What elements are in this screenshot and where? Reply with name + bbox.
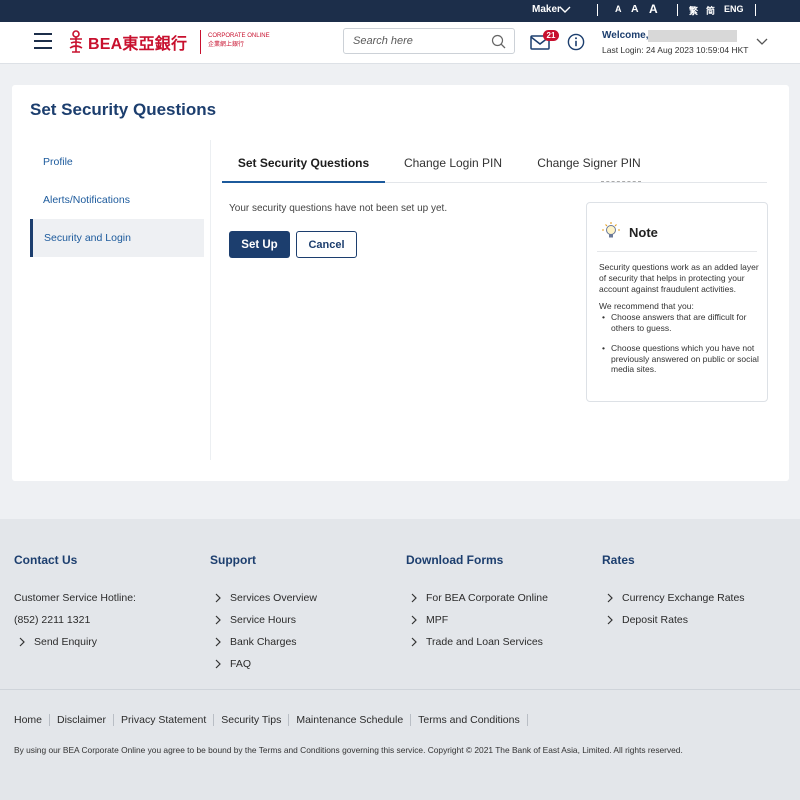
- chevron-right-icon: [215, 593, 221, 603]
- info-icon[interactable]: [567, 33, 585, 51]
- footer-link-bank-charges[interactable]: Bank Charges: [210, 631, 317, 653]
- footer-support: Support Services Overview Service Hours …: [210, 553, 317, 675]
- chevron-right-icon: [411, 637, 417, 647]
- chevron-right-icon: [215, 615, 221, 625]
- logo-text: BEA東亞銀行: [88, 36, 188, 53]
- chevron-right-icon: [411, 593, 417, 603]
- footer-link-disclaimer[interactable]: Disclaimer: [57, 714, 115, 726]
- list-item: Choose answers that are difficult for ot…: [599, 312, 759, 334]
- chevron-right-icon: [215, 659, 221, 669]
- role-selector[interactable]: Maker: [532, 4, 561, 15]
- message-count-badge: 21: [543, 30, 559, 41]
- footer-link-trade-loan[interactable]: Trade and Loan Services: [406, 631, 548, 653]
- footer-link-exchange-rates[interactable]: Currency Exchange Rates: [602, 587, 745, 609]
- footer-link-faq[interactable]: FAQ: [210, 653, 317, 675]
- footer-divider: [0, 689, 800, 690]
- lightbulb-icon: [602, 222, 620, 238]
- lang-simplified[interactable]: 简: [706, 4, 715, 17]
- logo-subtitle: CORPORATE ONLINE 企業網上銀行: [208, 33, 270, 48]
- sidebar-item-security[interactable]: Security and Login: [30, 219, 204, 257]
- lang-traditional[interactable]: 繁: [689, 4, 698, 17]
- font-size-medium[interactable]: A: [631, 3, 639, 15]
- sidebar-divider: [210, 140, 211, 460]
- divider: [677, 4, 678, 16]
- footer-heading-support: Support: [210, 553, 256, 567]
- hotline-label: Customer Service Hotline:: [14, 592, 136, 604]
- footer-link-maintenance[interactable]: Maintenance Schedule: [296, 714, 412, 726]
- tab-change-login-pin[interactable]: Change Login PIN: [388, 147, 518, 183]
- chevron-right-icon: [607, 593, 613, 603]
- font-size-small[interactable]: A: [615, 4, 622, 14]
- footer: Contact Us Customer Service Hotline: (85…: [0, 519, 800, 800]
- footer-bottom-links: Home Disclaimer Privacy Statement Securi…: [14, 714, 535, 726]
- footer-link-services-overview[interactable]: Services Overview: [210, 587, 317, 609]
- tab-overflow-indicator: [601, 181, 641, 182]
- search-icon[interactable]: [491, 34, 506, 49]
- sidebar-item-alerts[interactable]: Alerts/Notifications: [30, 181, 204, 219]
- footer-link-mpf[interactable]: MPF: [406, 609, 548, 631]
- note-divider: [597, 251, 757, 252]
- hotline-number: (852) 2211 1321: [14, 614, 91, 626]
- top-utility-bar: Maker A A A 繁 简 ENG: [0, 0, 800, 22]
- menu-icon[interactable]: [34, 33, 52, 49]
- search-input[interactable]: [344, 29, 484, 53]
- sidebar-item-profile[interactable]: Profile: [30, 143, 204, 181]
- welcome-text: Welcome,: [602, 30, 649, 41]
- note-list: Choose answers that are difficult for ot…: [599, 312, 759, 375]
- bea-logo-icon: [69, 30, 83, 53]
- footer-link-terms[interactable]: Terms and Conditions: [418, 714, 528, 726]
- last-login-text: Last Login: 24 Aug 2023 10:59:04 HKT: [602, 45, 749, 55]
- divider: [755, 4, 756, 16]
- note-recommend: We recommend that you:: [599, 301, 694, 312]
- copyright-text: By using our BEA Corporate Online you ag…: [14, 745, 683, 755]
- tab-change-signer-pin[interactable]: Change Signer PIN: [524, 147, 654, 183]
- footer-link-send-enquiry[interactable]: Send Enquiry: [14, 631, 136, 653]
- footer-rates: Rates Currency Exchange Rates Deposit Ra…: [602, 553, 745, 631]
- chevron-down-icon[interactable]: [558, 2, 572, 16]
- chevron-down-icon[interactable]: [755, 36, 769, 48]
- footer-contact: Contact Us Customer Service Hotline: (85…: [14, 553, 136, 653]
- footer-link-deposit-rates[interactable]: Deposit Rates: [602, 609, 745, 631]
- chevron-right-icon: [215, 637, 221, 647]
- note-intro: Security questions work as an added laye…: [599, 262, 759, 294]
- footer-forms: Download Forms For BEA Corporate Online …: [406, 553, 548, 653]
- note-panel: Note Security questions work as an added…: [586, 202, 768, 402]
- chevron-right-icon: [411, 615, 417, 625]
- note-title: Note: [629, 225, 658, 240]
- page-title: Set Security Questions: [30, 100, 217, 119]
- footer-heading-contact: Contact Us: [14, 553, 78, 567]
- setup-button[interactable]: Set Up: [229, 231, 290, 258]
- search-box: [343, 28, 515, 54]
- status-message: Your security questions have not been se…: [229, 203, 448, 214]
- footer-heading-rates: Rates: [602, 553, 635, 567]
- tab-set-security-questions[interactable]: Set Security Questions: [222, 147, 385, 183]
- cancel-button[interactable]: Cancel: [296, 231, 357, 258]
- footer-link-privacy[interactable]: Privacy Statement: [121, 714, 215, 726]
- chevron-right-icon: [607, 615, 613, 625]
- footer-heading-forms: Download Forms: [406, 553, 504, 567]
- logo-divider: [200, 30, 201, 54]
- username-redacted: [648, 30, 737, 42]
- main-card: Set Security Questions Profile Alerts/No…: [12, 85, 789, 481]
- font-size-large[interactable]: A: [649, 2, 658, 16]
- footer-link-bea-corporate-online[interactable]: For BEA Corporate Online: [406, 587, 548, 609]
- footer-link-home[interactable]: Home: [14, 714, 51, 726]
- list-item: Choose questions which you have not prev…: [599, 343, 759, 375]
- chevron-right-icon: [19, 637, 25, 647]
- lang-english[interactable]: ENG: [724, 4, 744, 14]
- footer-link-service-hours[interactable]: Service Hours: [210, 609, 317, 631]
- divider: [597, 4, 598, 16]
- footer-link-security-tips[interactable]: Security Tips: [221, 714, 290, 726]
- bank-logo[interactable]: BEA東亞銀行 CORPORATE ONLINE 企業網上銀行: [68, 30, 270, 54]
- note-body: Security questions work as an added laye…: [599, 262, 759, 384]
- header: BEA東亞銀行 CORPORATE ONLINE 企業網上銀行 21 Welco…: [0, 22, 800, 64]
